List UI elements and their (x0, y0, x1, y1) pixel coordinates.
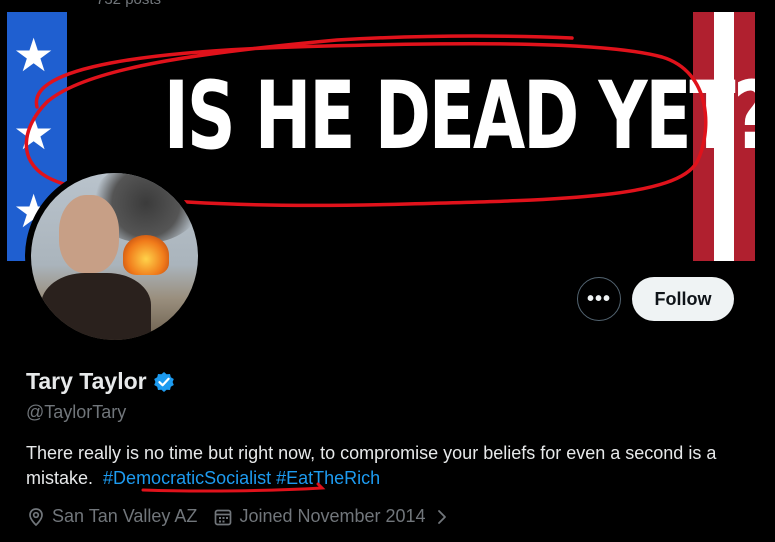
avatar[interactable] (25, 167, 204, 346)
hashtag-link[interactable]: #DemocraticSocialist (103, 468, 271, 488)
hashtag-link[interactable]: #EatTheRich (276, 468, 380, 488)
avatar-photo (31, 173, 198, 340)
more-options-icon: ••• (586, 287, 611, 310)
verified-badge-icon[interactable] (153, 371, 175, 393)
more-options-button[interactable]: ••• (577, 277, 621, 321)
chevron-right-icon[interactable] (432, 507, 452, 527)
joined-item: Joined November 2014 (213, 506, 451, 527)
location-text: San Tan Valley AZ (52, 506, 198, 526)
joined-text: Joined November 2014 (239, 506, 426, 526)
calendar-icon (215, 509, 232, 525)
profile-meta: San Tan Valley AZ Joined November 2014 (26, 506, 468, 527)
follow-button[interactable]: Follow (632, 277, 734, 321)
profile-name-row: Tary Taylor (26, 368, 175, 395)
user-handle: @TaylorTary (26, 402, 127, 422)
location-item: San Tan Valley AZ (26, 506, 197, 527)
display-name: Tary Taylor (26, 368, 147, 394)
post-count: 732 posts (96, 0, 161, 8)
location-pin-icon (29, 507, 43, 526)
profile-bio: There really is no time but right now, t… (26, 441, 746, 491)
